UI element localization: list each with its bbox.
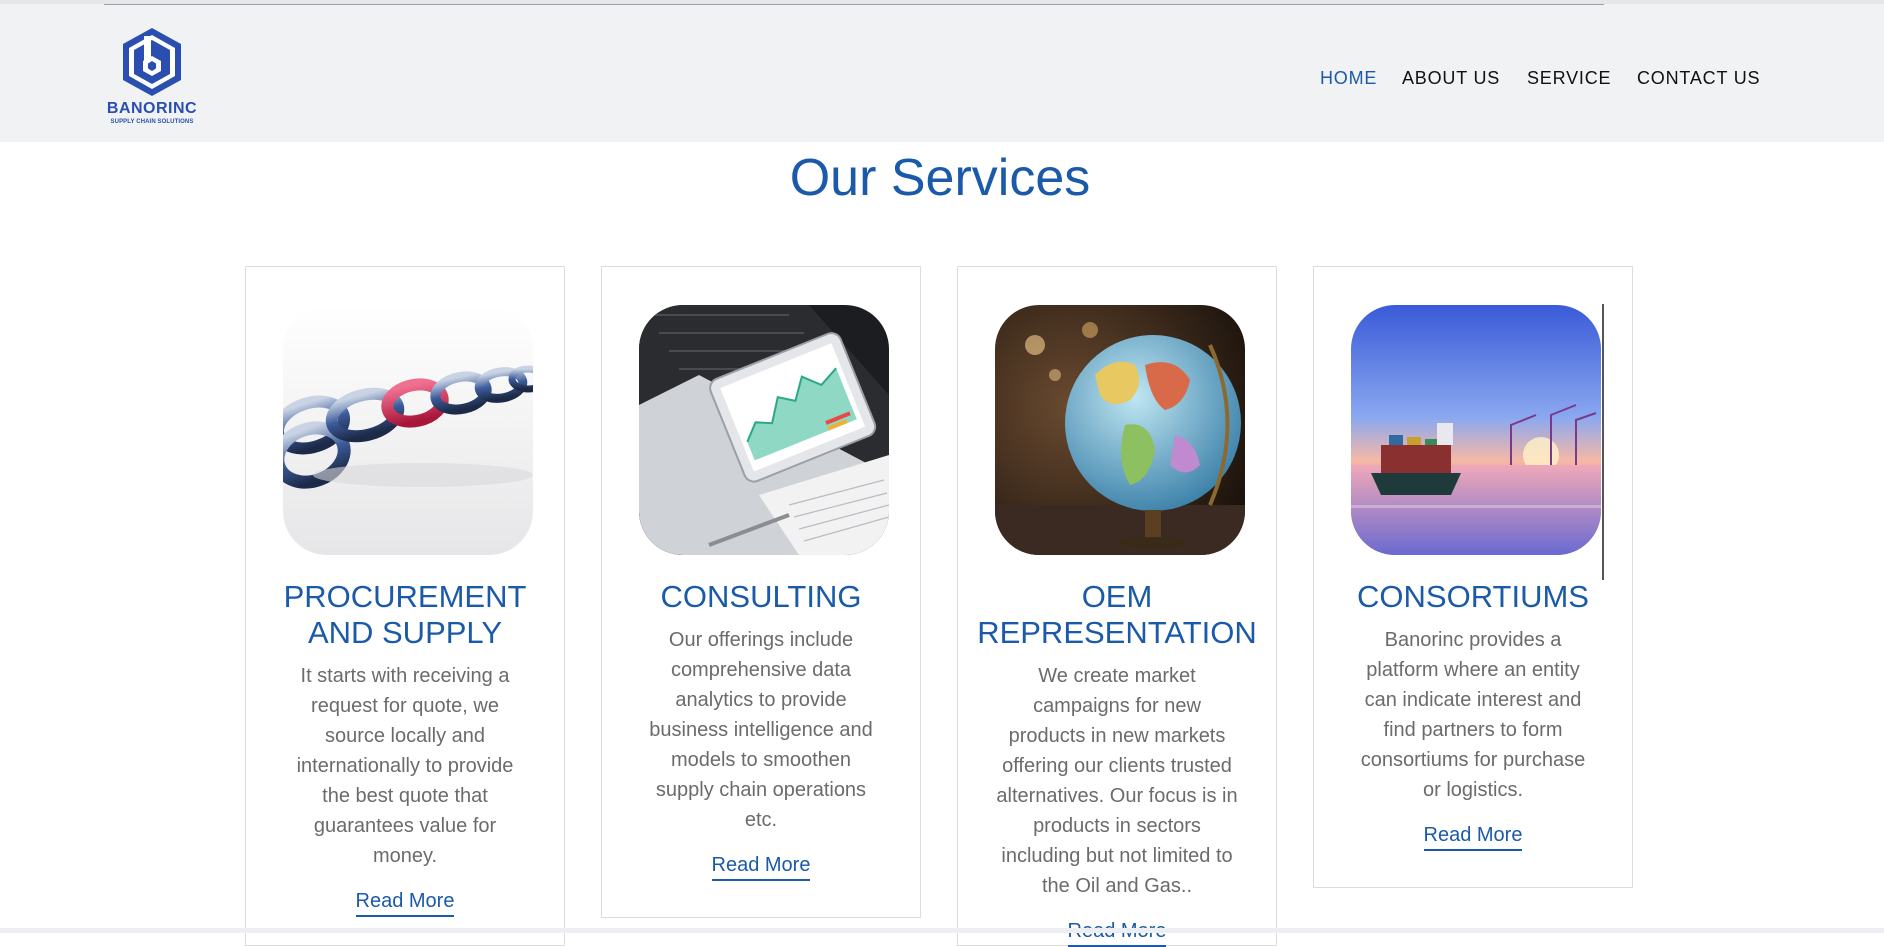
cargo-ship-port-image: [1351, 305, 1601, 555]
page-title: Our Services: [789, 149, 1091, 207]
read-more-link[interactable]: Read More: [958, 919, 1276, 947]
read-more-link[interactable]: Read More: [602, 853, 920, 881]
top-divider: [104, 4, 1604, 5]
service-title: PROCUREMENT AND SUPPLY: [283, 579, 527, 650]
service-title: OEM REPRESENTATION: [977, 579, 1257, 650]
nav-contact-us[interactable]: CONTACT US: [1637, 68, 1760, 89]
service-title: CONSULTING: [660, 579, 862, 614]
nav-about-us[interactable]: ABOUT US: [1402, 68, 1500, 89]
nav-home[interactable]: HOME: [1320, 68, 1377, 89]
laptop-tablet-analytics-image: [639, 305, 889, 555]
service-title: CONSORTIUMS: [1357, 579, 1589, 614]
read-more-link[interactable]: Read More: [1314, 823, 1632, 851]
service-card-consortiums: CONSORTIUMS Banorinc provides a platform …: [1313, 266, 1633, 888]
service-description: We create market campaigns for new product…: [996, 665, 1238, 897]
globe-image: [995, 305, 1245, 555]
chain-links-image: [283, 305, 533, 555]
service-card-consulting: CONSULTING Our offerings include comprehe…: [601, 266, 921, 918]
brand-logo[interactable]: BANORINC SUPPLY CHAIN SOLUTIONS: [104, 26, 200, 130]
bottom-divider: [0, 928, 1884, 933]
service-description: Our offerings include comprehensive data a…: [649, 629, 873, 831]
service-description: Banorinc provides a platform where an ent…: [1360, 629, 1586, 801]
hexagon-logo-icon: [123, 28, 181, 96]
brand-tagline: SUPPLY CHAIN SOLUTIONS: [110, 119, 194, 125]
service-card-procurement: PROCUREMENT AND SUPPLY It starts with re…: [245, 266, 565, 946]
read-more-link[interactable]: Read More: [246, 889, 564, 917]
nav-service[interactable]: SERVICE: [1527, 68, 1611, 89]
site-header: BANORINC SUPPLY CHAIN SOLUTIONS HOME ABO…: [0, 0, 1884, 142]
brand-name: BANORINC: [106, 100, 198, 117]
service-description: It starts with receiving a request for qu…: [296, 665, 514, 867]
service-card-oem: OEM REPRESENTATION We create market campa…: [957, 266, 1277, 947]
carousel-edge-marker: [1602, 304, 1604, 580]
